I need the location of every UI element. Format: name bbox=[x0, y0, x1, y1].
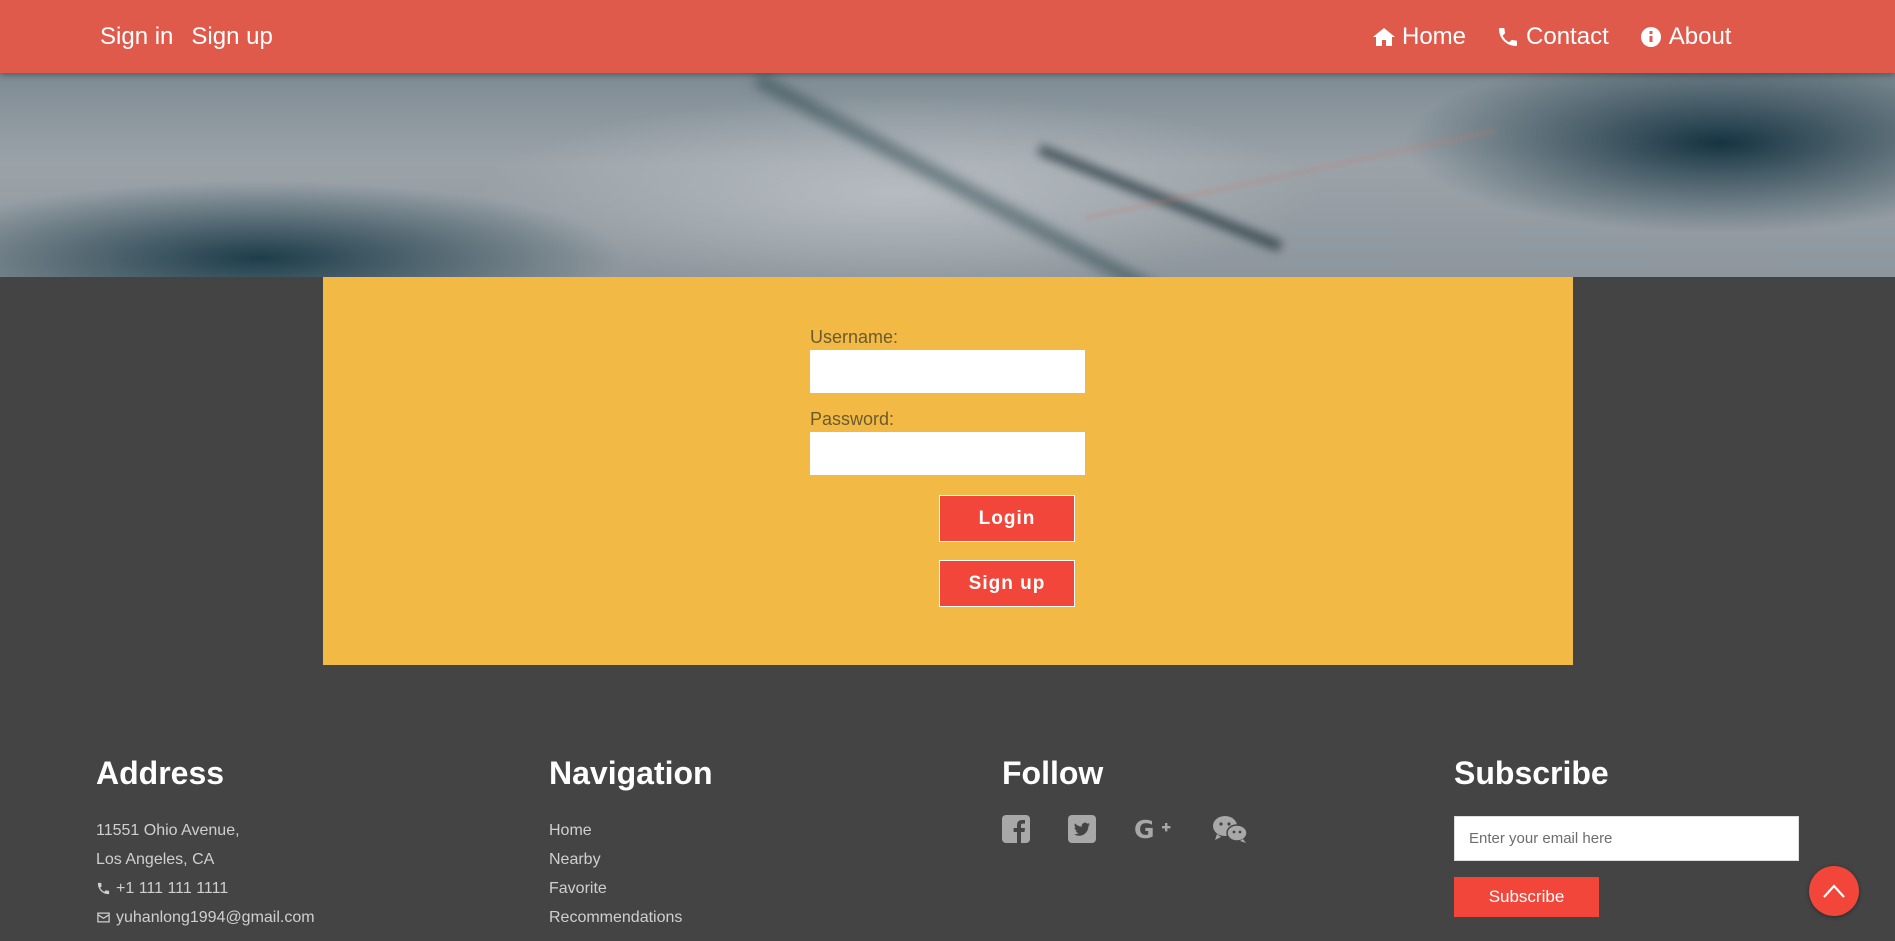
sign-up-link[interactable]: Sign up bbox=[191, 23, 272, 51]
nav-contact-label: Contact bbox=[1526, 22, 1609, 50]
home-icon bbox=[1373, 27, 1395, 46]
nav-about[interactable]: About bbox=[1639, 22, 1732, 51]
address-phone: +1 111 111 1111 bbox=[96, 874, 315, 903]
navigation-heading: Navigation bbox=[549, 755, 713, 791]
follow-heading: Follow bbox=[1002, 755, 1104, 791]
hero-banner-image bbox=[0, 73, 1895, 277]
phone-icon bbox=[97, 882, 110, 895]
twitter-icon[interactable] bbox=[1068, 815, 1096, 848]
address-heading: Address bbox=[96, 755, 225, 791]
password-label: Password: bbox=[810, 409, 895, 429]
footer-follow: Follow G bbox=[1002, 755, 1248, 849]
svg-text:G: G bbox=[1134, 815, 1155, 843]
footer-navigation: Navigation Home Nearby Favorite Recommen… bbox=[549, 755, 713, 932]
subscribe-button[interactable]: Subscribe bbox=[1454, 877, 1599, 917]
main-nav-links: Home Contact About bbox=[1372, 0, 1731, 73]
subscribe-email-input[interactable] bbox=[1454, 816, 1799, 861]
email-address: yuhanlong1994@gmail.com bbox=[116, 909, 315, 926]
login-form: Username: Password: bbox=[810, 327, 1085, 491]
envelope-icon bbox=[97, 912, 110, 923]
chevron-up-icon bbox=[1823, 884, 1845, 898]
password-input[interactable] bbox=[810, 432, 1085, 475]
signup-button[interactable]: Sign up bbox=[939, 560, 1075, 607]
footer-link-home[interactable]: Home bbox=[549, 816, 713, 845]
social-icons: G bbox=[1002, 814, 1248, 849]
facebook-icon[interactable] bbox=[1002, 815, 1030, 848]
info-icon bbox=[1640, 26, 1661, 47]
subscribe-heading: Subscribe bbox=[1454, 755, 1609, 791]
google-plus-icon[interactable]: G bbox=[1134, 815, 1174, 848]
wechat-icon[interactable] bbox=[1212, 814, 1248, 849]
username-input[interactable] bbox=[810, 350, 1085, 393]
address-email: yuhanlong1994@gmail.com bbox=[96, 903, 315, 932]
footer-link-favorite[interactable]: Favorite bbox=[549, 874, 713, 903]
top-navbar: Sign in Sign up Home Contact About bbox=[0, 0, 1895, 73]
nav-home-label: Home bbox=[1402, 22, 1467, 50]
sign-in-link[interactable]: Sign in bbox=[100, 23, 173, 51]
phone-icon bbox=[1499, 27, 1518, 46]
nav-about-label: About bbox=[1668, 22, 1732, 50]
footer-link-nearby[interactable]: Nearby bbox=[549, 845, 713, 874]
nav-contact[interactable]: Contact bbox=[1496, 23, 1609, 51]
back-to-top-button[interactable] bbox=[1809, 866, 1859, 916]
footer-link-recommendations[interactable]: Recommendations bbox=[549, 903, 713, 932]
address-line-1: 11551 Ohio Avenue, bbox=[96, 822, 240, 839]
footer-subscribe: Subscribe Subscribe bbox=[1454, 755, 1799, 917]
footer-address: Address 11551 Ohio Avenue, Los Angeles, … bbox=[96, 755, 315, 932]
nav-home[interactable]: Home bbox=[1372, 23, 1466, 51]
login-button[interactable]: Login bbox=[939, 495, 1075, 542]
address-line-2: Los Angeles, CA bbox=[96, 851, 215, 868]
phone-number: +1 111 111 1111 bbox=[116, 880, 229, 897]
username-label: Username: bbox=[810, 327, 899, 347]
auth-links: Sign in Sign up bbox=[100, 0, 273, 73]
